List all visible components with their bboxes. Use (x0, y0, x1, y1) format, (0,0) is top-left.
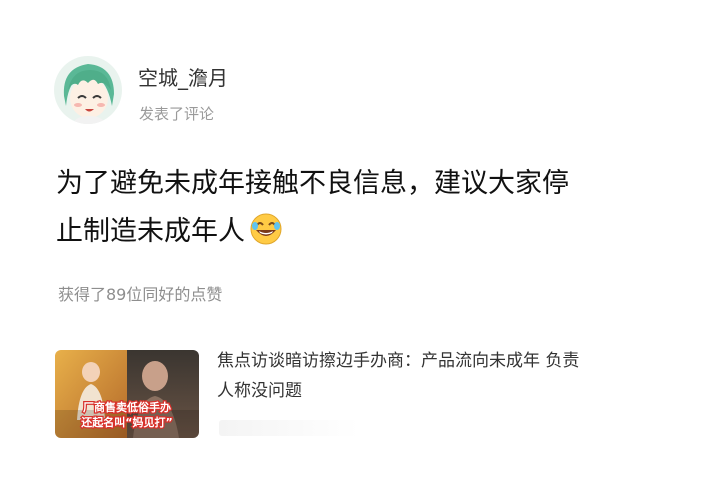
article-title[interactable]: 焦点访谈暗访擦边手办商：产品流向未成年 负责 人称没问题 (217, 346, 677, 406)
comment-text-line-1: 为了避免未成年接触不良信息，建议大家停 (56, 168, 569, 199)
article-meta-placeholder (219, 420, 359, 436)
article-title-line-1: 焦点访谈暗访擦边手办商：产品流向未成年 负责 (217, 351, 580, 371)
comment-text-line-2-text: 止制造未成年人 (56, 216, 245, 247)
comment-text-line-2: 止制造未成年人 (56, 208, 696, 256)
thumbnail-caption-line-1: 厂商售卖低俗手办 (83, 400, 171, 414)
avatar-illustration (54, 56, 122, 124)
laughing-emoji-icon (249, 212, 283, 246)
article-thumbnail[interactable]: 厂商售卖低俗手办 还起名叫“妈见打” (55, 350, 199, 438)
user-avatar[interactable] (54, 56, 122, 124)
thumbnail-caption: 厂商售卖低俗手办 还起名叫“妈见打” (79, 399, 174, 431)
article-title-line-2: 人称没问题 (217, 381, 302, 401)
comment-body: 为了避免未成年接触不良信息，建议大家停 止制造未成年人 (56, 160, 696, 256)
thumbnail-caption-line-2: 还起名叫“妈见打” (80, 415, 172, 429)
username[interactable]: 空城_澹月 (138, 62, 228, 91)
post-action-label: 发表了评论 (139, 105, 215, 123)
likes-count: 获得了89位同好的点赞 (58, 285, 223, 304)
